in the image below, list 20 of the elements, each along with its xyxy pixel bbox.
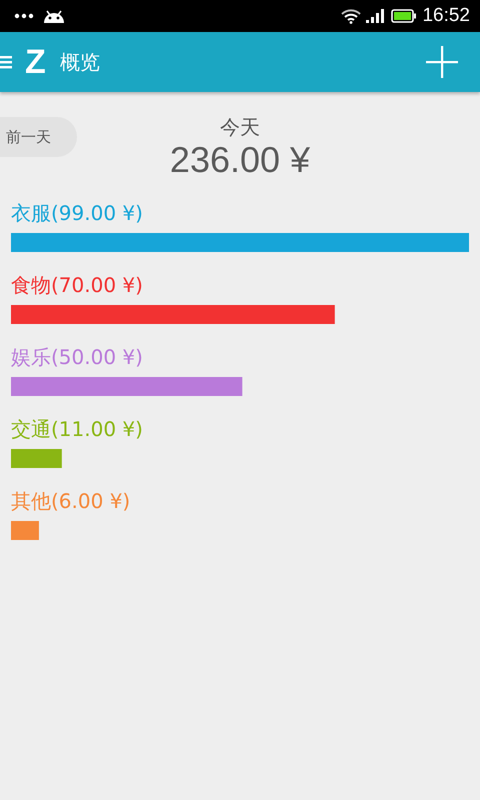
menu-icon[interactable] xyxy=(0,55,12,69)
more-dots-icon xyxy=(14,13,34,19)
category-bar xyxy=(11,521,39,540)
total-amount: 236.00 ¥ xyxy=(170,139,310,181)
battery-icon xyxy=(391,9,418,23)
wifi-icon xyxy=(341,8,362,24)
previous-day-button[interactable]: 前一天 xyxy=(0,117,77,157)
robot-icon xyxy=(42,8,66,24)
category-label: 交通(11.00 ¥) xyxy=(11,416,144,442)
category-label: 食物(70.00 ¥) xyxy=(11,272,144,298)
day-label: 今天 xyxy=(220,114,260,141)
add-icon[interactable] xyxy=(426,46,458,78)
clock-time: 16:52 xyxy=(422,5,470,27)
signal-icon xyxy=(366,9,386,23)
app-logo[interactable]: Z xyxy=(25,42,46,82)
category-bar xyxy=(11,449,62,468)
screen-title: 概览 xyxy=(60,48,100,76)
category-label: 娱乐(50.00 ¥) xyxy=(11,344,144,370)
category-label: 其他(6.00 ¥) xyxy=(11,488,132,514)
category-label: 衣服(99.00 ¥) xyxy=(11,200,144,226)
